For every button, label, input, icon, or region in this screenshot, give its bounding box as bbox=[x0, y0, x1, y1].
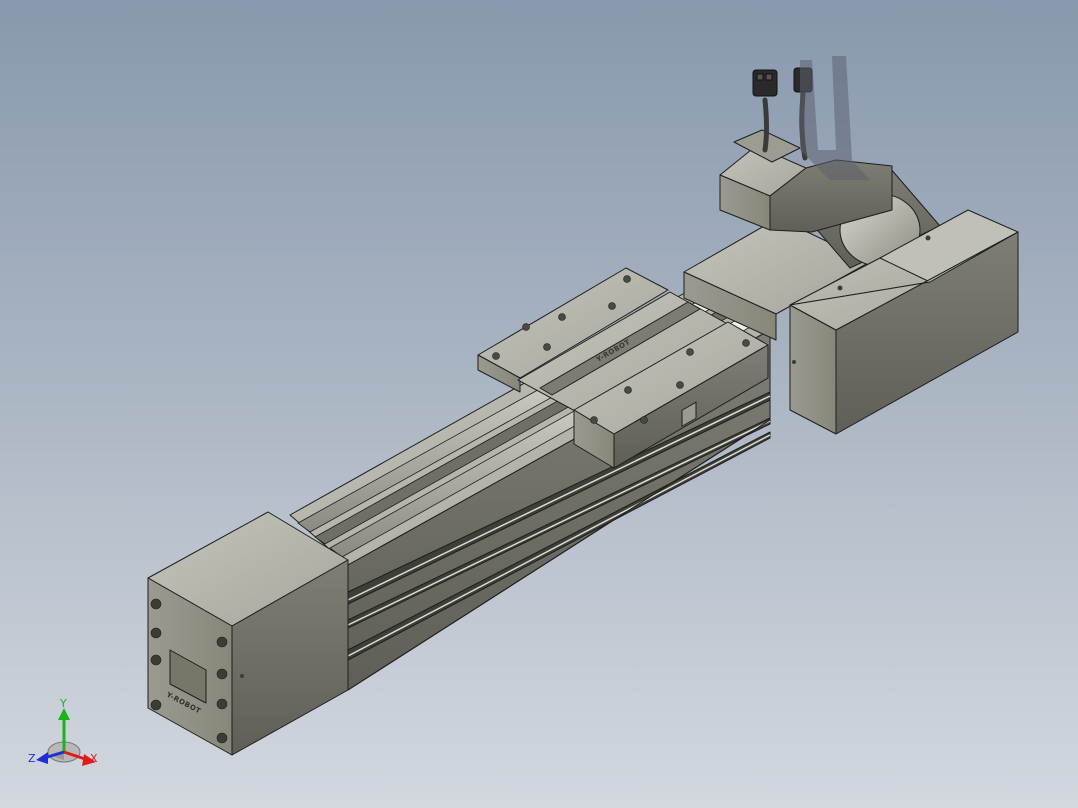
linear-actuator-model[interactable]: Y-ROBOT Y-ROBOT Y X Z bbox=[0, 0, 1078, 808]
x-axis-label: X bbox=[90, 752, 98, 765]
y-axis-label: Y bbox=[59, 697, 67, 710]
orientation-triad[interactable]: Y X Z bbox=[28, 697, 98, 766]
front-end-cap[interactable] bbox=[147, 511, 349, 756]
graphics-viewport[interactable]: Y-ROBOT Y-ROBOT Y X Z bbox=[0, 0, 1078, 808]
cable-shadow bbox=[800, 56, 870, 180]
z-axis-label: Z bbox=[28, 752, 36, 765]
